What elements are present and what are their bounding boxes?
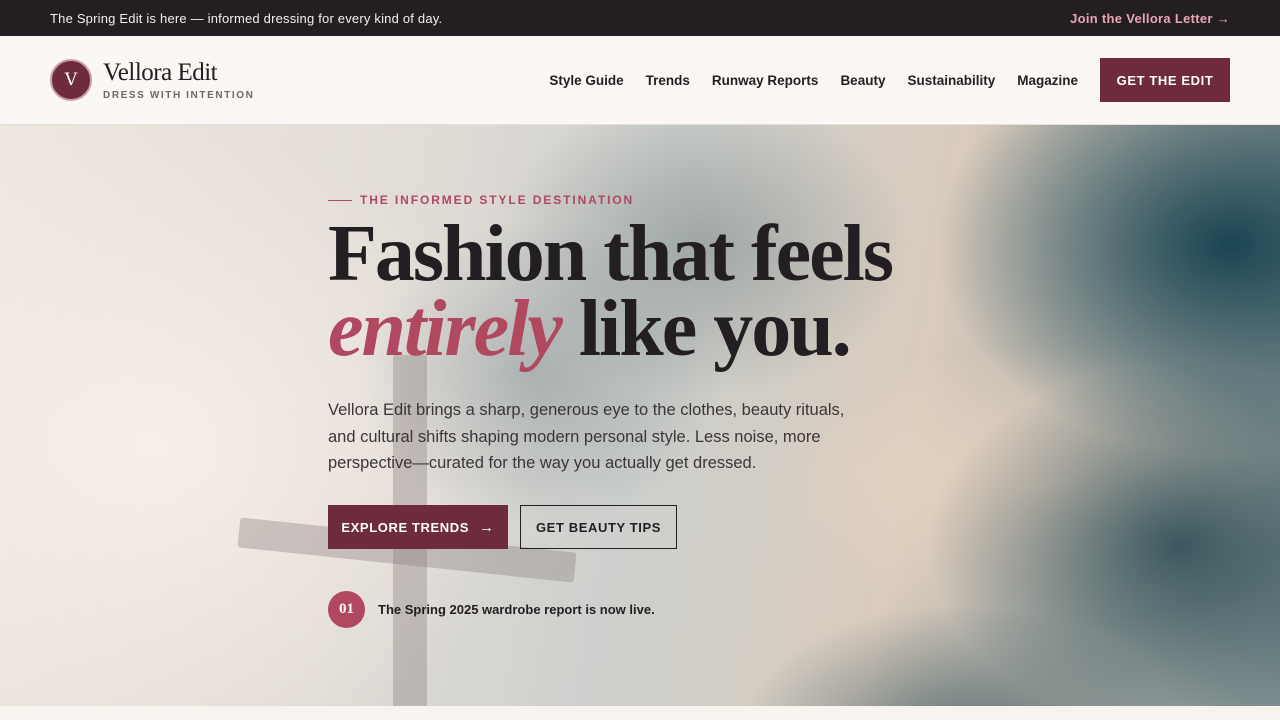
main-nav: Style Guide Trends Runway Reports Beauty…: [549, 73, 1078, 88]
nav-item-trends[interactable]: Trends: [646, 73, 690, 88]
news-text: The Spring 2025 wardrobe report is now l…: [378, 602, 655, 617]
nav-item-sustainability[interactable]: Sustainability: [907, 73, 995, 88]
page-bottom-strip: [0, 706, 1280, 720]
nav-item-magazine[interactable]: Magazine: [1017, 73, 1078, 88]
hero-headline: Fashion that feels entirely like you.: [328, 214, 1048, 369]
nav-item-beauty[interactable]: Beauty: [840, 73, 885, 88]
explore-trends-button[interactable]: EXPLORE TRENDS →: [328, 505, 508, 549]
logo-monogram: V: [50, 59, 92, 101]
site-header: V Vellora Edit DRESS WITH INTENTION Styl…: [0, 36, 1280, 125]
brand-name: Vellora Edit: [103, 58, 218, 86]
announcement-text: The Spring Edit is here — informed dress…: [50, 10, 443, 26]
explore-trends-label: EXPLORE TRENDS: [341, 519, 469, 535]
hero-section: THE INFORMED STYLE DESTINATION Fashion t…: [0, 125, 1280, 706]
get-the-edit-button[interactable]: GET THE EDIT: [1100, 58, 1230, 102]
logo[interactable]: V Vellora Edit DRESS WITH INTENTION: [50, 59, 254, 101]
hero-eyebrow: THE INFORMED STYLE DESTINATION: [328, 193, 634, 207]
news-callout[interactable]: 01 The Spring 2025 wardrobe report is no…: [328, 591, 655, 628]
eyebrow-text: THE INFORMED STYLE DESTINATION: [360, 193, 635, 207]
brand-tagline: DRESS WITH INTENTION: [103, 89, 255, 101]
headline-rest: like you.: [560, 285, 852, 373]
nav-item-style-guide[interactable]: Style Guide: [549, 73, 623, 88]
hero-body: Vellora Edit brings a sharp, generous ey…: [328, 401, 845, 472]
get-beauty-tips-button[interactable]: GET BEAUTY TIPS: [520, 505, 677, 549]
newsletter-link[interactable]: Join the Vellora Letter →: [1070, 11, 1230, 26]
headline-accent: entirely: [328, 285, 563, 373]
news-number-badge: 01: [328, 591, 365, 628]
announcement-bar: The Spring Edit is here — informed dress…: [0, 0, 1280, 36]
arrow-right-icon: →: [478, 518, 495, 536]
nav-item-runway-reports[interactable]: Runway Reports: [712, 73, 819, 88]
logo-text: Vellora Edit DRESS WITH INTENTION: [103, 58, 255, 101]
eyebrow-rule: [328, 199, 352, 201]
